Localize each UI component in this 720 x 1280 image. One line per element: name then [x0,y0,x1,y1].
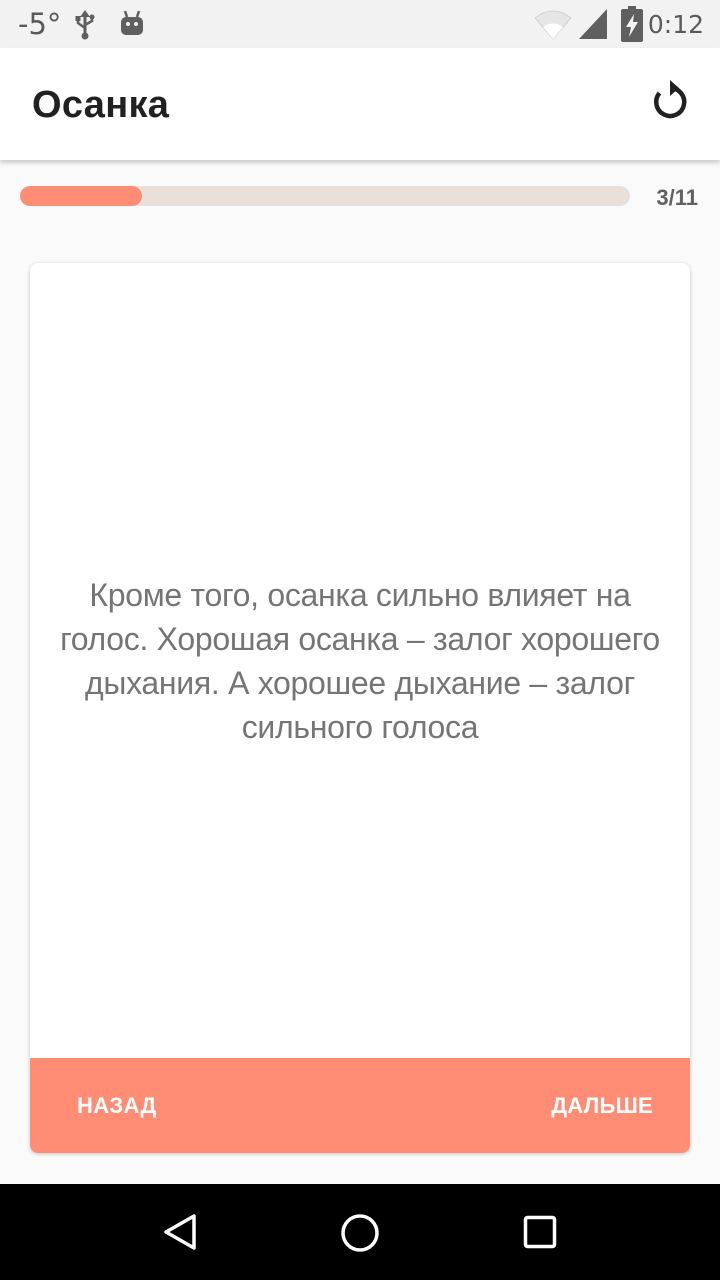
page-title: Осанка [32,84,170,126]
android-icon [121,10,143,35]
navigation-bar [0,1184,720,1280]
progress-counter: 3/11 [656,185,698,210]
recents-icon[interactable] [523,1215,557,1249]
clock: 0:12 [647,10,704,39]
signal-icon [579,9,607,39]
wifi-icon [534,10,572,40]
progress-bar [20,186,630,206]
progress-section: 3/11 [0,160,720,240]
reset-icon [653,80,687,119]
lesson-text: Кроме того, осанка сильно влияет на голо… [60,576,660,745]
temperature-indicator: -5° [18,7,62,41]
status-bar: -5° 0:12 [0,0,720,48]
card-footer: НАЗАД ДАЛЬШЕ [30,1058,690,1153]
back-button[interactable]: НАЗАД [77,1093,156,1119]
usb-icon [75,10,95,40]
battery-charging-icon [621,6,643,42]
lesson-card: Кроме того, осанка сильно влияет на голо… [30,263,690,1153]
home-icon[interactable] [340,1213,380,1253]
next-button[interactable]: ДАЛЬШЕ [551,1093,653,1119]
progress-fill [20,186,142,206]
app-bar: Осанка [0,48,720,160]
back-icon[interactable] [162,1213,198,1251]
reset-button[interactable] [648,80,692,124]
